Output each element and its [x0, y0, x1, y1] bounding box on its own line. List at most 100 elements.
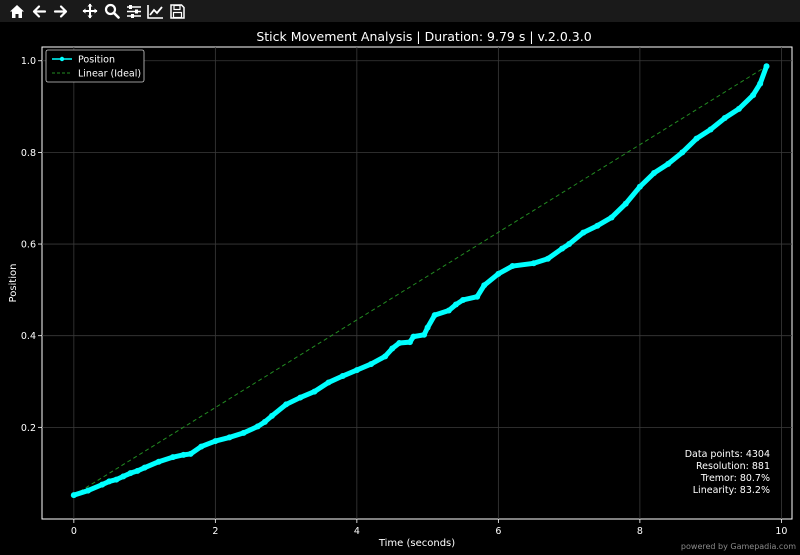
series-position-point — [198, 443, 205, 450]
stat-tremor: Tremor: 80.7% — [700, 473, 770, 484]
series-position-point — [226, 434, 233, 441]
series-position-point — [559, 245, 566, 252]
series-position-point — [530, 260, 537, 267]
watermark: powered by Gamepadia.com — [680, 542, 796, 551]
y-tick-label: 0.2 — [21, 423, 36, 434]
series-position-point — [406, 339, 413, 346]
x-tick-label: 4 — [354, 526, 360, 537]
series-position-point — [169, 454, 176, 461]
stat-resolution: Resolution: 881 — [696, 461, 770, 472]
series-position-point — [141, 464, 148, 471]
series-position-point — [268, 412, 275, 419]
series-position-point — [636, 183, 643, 190]
series-position-point — [566, 241, 573, 248]
series-position-point — [84, 487, 91, 494]
series-position-point — [735, 105, 742, 112]
save-button[interactable] — [167, 1, 188, 21]
series-position-point — [120, 473, 127, 480]
series-position-point — [509, 263, 516, 270]
series-position-point — [763, 63, 770, 70]
series-position-point — [750, 92, 757, 99]
series-position-point — [389, 345, 396, 352]
series-position-point — [99, 481, 106, 488]
back-icon — [32, 4, 46, 18]
series-position-point — [693, 135, 700, 142]
series-position-point — [325, 379, 332, 386]
series-position-point — [187, 450, 194, 457]
stat-data-points: Data points: 4304 — [685, 449, 770, 460]
series-position-point — [410, 333, 417, 340]
series-position-point — [261, 418, 268, 425]
edit-axes-icon — [147, 4, 163, 19]
y-tick-label: 0.8 — [21, 148, 36, 159]
series-position-point — [127, 470, 134, 477]
series-position-point — [608, 214, 615, 221]
chart-title: Stick Movement Analysis | Duration: 9.79… — [256, 29, 591, 44]
series-position-point — [396, 340, 403, 347]
series-position-point — [481, 282, 488, 289]
series-position-point — [665, 160, 672, 167]
series-position-point — [113, 476, 120, 483]
home-icon — [9, 4, 24, 18]
home-button[interactable] — [6, 1, 27, 21]
y-axis: 0.2 0.4 0.6 0.8 1.0 — [21, 56, 42, 434]
subplots-icon — [126, 4, 141, 18]
x-tick-label: 2 — [212, 526, 218, 537]
save-icon — [170, 3, 185, 19]
series-position-point — [757, 80, 764, 87]
series-position-point — [106, 478, 113, 485]
figure: Stick Movement Analysis | Duration: 9.79… — [0, 22, 800, 555]
series-position-point — [240, 429, 247, 436]
y-axis-label: Position — [8, 264, 19, 303]
series-position-point — [651, 170, 658, 177]
chart[interactable]: Stick Movement Analysis | Duration: 9.79… — [0, 22, 800, 555]
x-axis-label: Time (seconds) — [378, 538, 455, 549]
back-button[interactable] — [28, 1, 49, 21]
series-position-point — [459, 296, 466, 303]
series-position-point — [445, 307, 452, 314]
y-tick-label: 1.0 — [21, 56, 36, 67]
series-position-point — [353, 367, 360, 374]
edit-axes-button[interactable] — [145, 1, 166, 21]
series-position-point — [452, 301, 459, 308]
series-position-point — [424, 324, 431, 331]
series-position-point — [707, 126, 714, 133]
series-position-point — [474, 293, 481, 300]
zoom-icon — [104, 3, 120, 19]
forward-button[interactable] — [50, 1, 71, 21]
y-tick-label: 0.6 — [21, 240, 36, 251]
series-position-point — [180, 451, 187, 458]
legend-position-label: Position — [78, 55, 115, 66]
x-tick-label: 6 — [495, 526, 501, 537]
series-position-point — [339, 373, 346, 380]
series-position-point — [368, 361, 375, 368]
pan-icon — [82, 3, 97, 19]
series-position-point — [495, 270, 502, 277]
series-position-point — [431, 312, 438, 319]
pan-button[interactable] — [79, 1, 100, 21]
series-position-point — [212, 438, 219, 445]
plot-area[interactable] — [41, 46, 793, 520]
x-tick-label: 8 — [637, 526, 643, 537]
forward-icon — [53, 4, 67, 18]
series-position-point — [594, 222, 601, 229]
series-position-point — [544, 255, 551, 262]
series-position-point — [70, 492, 77, 499]
series-position-point — [134, 467, 141, 474]
series-position-point — [721, 115, 728, 122]
series-position-point — [421, 331, 428, 338]
x-tick-label: 10 — [775, 526, 787, 537]
series-position-point — [254, 423, 261, 430]
series-position-point — [622, 200, 629, 207]
series-position-point — [311, 388, 318, 395]
series-position-point — [283, 401, 290, 408]
series-position-point — [297, 394, 304, 401]
subplots-button[interactable] — [123, 1, 144, 21]
series-position-point — [580, 229, 587, 236]
series-position-point — [679, 149, 686, 156]
legend-linear-label: Linear (Ideal) — [78, 69, 141, 80]
y-tick-label: 0.4 — [21, 331, 36, 342]
stat-linearity: Linearity: 83.2% — [693, 485, 770, 496]
x-tick-label: 0 — [71, 526, 77, 537]
zoom-button[interactable] — [101, 1, 122, 21]
